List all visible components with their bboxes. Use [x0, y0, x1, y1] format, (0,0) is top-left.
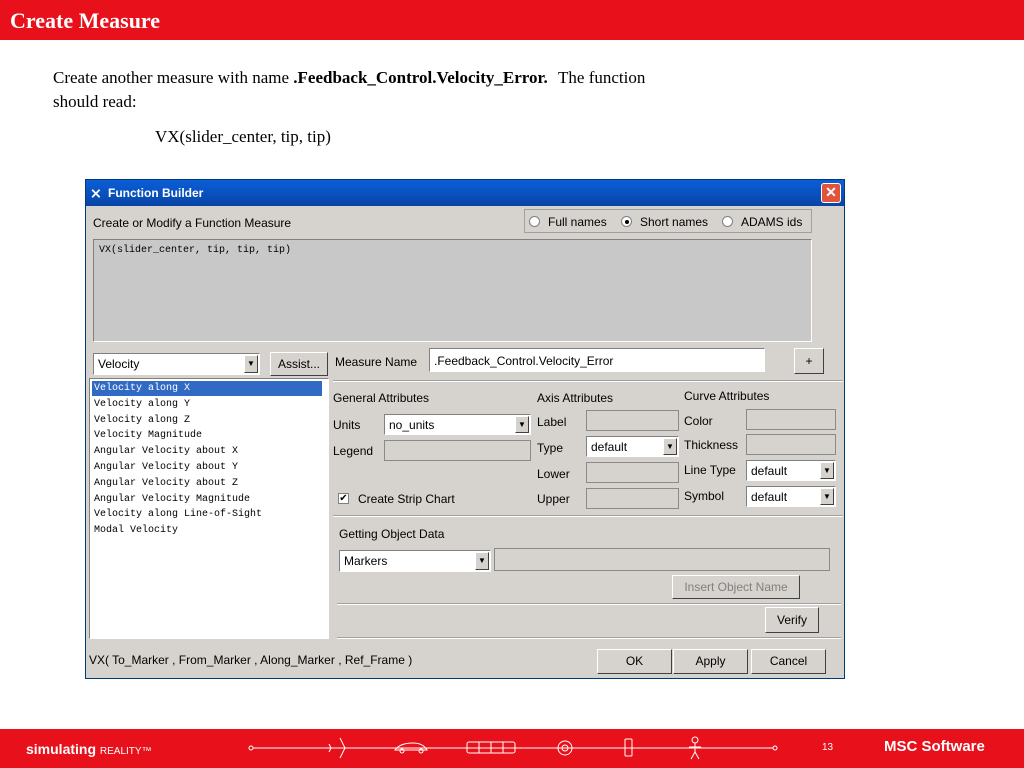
chevron-down-icon[interactable]: ▼ [244, 355, 258, 373]
function-list[interactable]: Velocity along X Velocity along Y Velocity… [89, 378, 329, 639]
function-list-item[interactable]: Velocity Magnitude [92, 428, 322, 443]
axis-label-label: Label [537, 415, 567, 429]
function-signature: VX( To_Marker , From_Marker , Along_Mark… [89, 653, 413, 667]
footer-brand: simulating REALITY™ [26, 741, 152, 757]
category-combo-value: Velocity [98, 357, 140, 371]
plus-button[interactable]: + [794, 348, 824, 374]
apply-button[interactable]: Apply [673, 649, 748, 674]
symbol-combo[interactable]: default ▼ [746, 486, 836, 507]
slide-title: Create Measure [10, 8, 161, 33]
axis-attributes-heading: Axis Attributes [537, 391, 614, 405]
verify-button[interactable]: Verify [765, 607, 819, 633]
strip-chart-checkbox[interactable]: ✔ [338, 493, 349, 504]
instruction-line-1: Create another measure with name .Feedba… [53, 68, 645, 88]
footer-brand-rest: REALITY™ [99, 746, 152, 757]
curve-color-input[interactable] [746, 409, 836, 430]
measure-name-input[interactable]: .Feedback_Control.Velocity_Error [429, 348, 765, 372]
axis-type-combo[interactable]: default ▼ [586, 436, 679, 457]
chevron-down-icon[interactable]: ▼ [515, 416, 529, 433]
curve-color-label: Color [684, 414, 713, 428]
instruction-suffix: The function [558, 68, 646, 87]
units-value: no_units [389, 418, 435, 432]
legend-label: Legend [333, 444, 374, 458]
object-data-heading: Getting Object Data [339, 527, 445, 541]
separator [337, 637, 841, 639]
function-list-item[interactable]: Velocity along Y [92, 397, 322, 412]
axis-lower-label: Lower [537, 467, 570, 481]
expression-text: VX(slider_center, tip, tip, tip) [99, 245, 292, 256]
assist-button[interactable]: Assist... [270, 352, 328, 376]
close-icon[interactable]: ✕ [821, 183, 841, 203]
curve-thickness-label: Thickness [684, 438, 739, 452]
object-type-combo[interactable]: Markers ▼ [339, 550, 491, 572]
axis-upper-label: Upper [537, 492, 570, 506]
axis-upper-input[interactable] [586, 488, 679, 509]
cancel-button[interactable]: Cancel [751, 649, 826, 674]
separator [333, 515, 843, 517]
app-icon: ⨯ [90, 185, 102, 201]
function-list-item[interactable]: Velocity along Line-of-Sight [92, 507, 322, 522]
function-list-item[interactable]: Angular Velocity Magnitude [92, 492, 322, 507]
units-combo[interactable]: no_units ▼ [384, 414, 531, 435]
msc-logo: MSC Software [884, 738, 985, 755]
curve-attributes-heading: Curve Attributes [684, 389, 770, 403]
chevron-down-icon[interactable]: ▼ [475, 552, 489, 570]
object-type-value: Markers [344, 554, 388, 568]
axis-label-input[interactable] [586, 410, 679, 431]
line-type-value: default [751, 464, 788, 478]
strip-chart-label: Create Strip Chart [358, 492, 455, 506]
instruction-prefix: Create another measure with name [53, 68, 290, 87]
line-type-label: Line Type [684, 463, 736, 477]
object-name-input[interactable] [494, 548, 830, 571]
radio-full-names-label: Full names [548, 215, 607, 229]
line-type-combo[interactable]: default ▼ [746, 460, 836, 481]
chevron-down-icon[interactable]: ▼ [820, 462, 834, 479]
instruction-function: VX(slider_center, tip, tip) [155, 127, 331, 146]
curve-thickness-input[interactable] [746, 434, 836, 455]
instruction-measure-name: .Feedback_Control.Velocity_Error. [293, 68, 548, 87]
radio-adams-ids[interactable] [722, 216, 733, 227]
insert-object-name-button[interactable]: Insert Object Name [672, 575, 800, 599]
axis-type-label: Type [537, 441, 564, 455]
function-list-item[interactable]: Angular Velocity about Z [92, 476, 322, 491]
ok-button[interactable]: OK [597, 649, 672, 674]
airplane-icon [325, 737, 355, 759]
function-list-item[interactable]: Modal Velocity [92, 523, 322, 538]
axis-type-value: default [591, 440, 628, 454]
separator [337, 603, 841, 605]
footer-decoration [248, 736, 778, 760]
radio-short-names-label: Short names [640, 215, 709, 229]
radio-short-names[interactable] [621, 216, 632, 227]
function-list-item[interactable]: Angular Velocity about X [92, 444, 322, 459]
chevron-down-icon[interactable]: ▼ [820, 488, 834, 505]
section-label: Create or Modify a Function Measure [93, 216, 292, 230]
measure-name-label: Measure Name [335, 355, 418, 369]
window-title: Function Builder [108, 186, 204, 200]
general-attributes-heading: General Attributes [333, 391, 430, 405]
measure-name-value: .Feedback_Control.Velocity_Error [434, 354, 614, 368]
axis-lower-input[interactable] [586, 462, 679, 483]
units-label: Units [333, 418, 361, 432]
symbol-label: Symbol [684, 489, 725, 503]
expression-textarea[interactable]: VX(slider_center, tip, tip, tip) [93, 239, 812, 342]
instruction-line-2: should read: [53, 92, 137, 111]
symbol-value: default [751, 490, 788, 504]
separator [333, 380, 843, 382]
footer-brand-bold: simulating [26, 741, 97, 757]
page-number: 13 [822, 742, 834, 753]
function-list-item[interactable]: Velocity along Z [92, 413, 322, 428]
chevron-down-icon[interactable]: ▼ [663, 438, 677, 455]
radio-full-names[interactable] [529, 216, 540, 227]
legend-input[interactable] [384, 440, 531, 461]
function-list-item[interactable]: Velocity along X [92, 381, 322, 396]
category-combo[interactable]: Velocity ▼ [93, 353, 260, 375]
function-list-item[interactable]: Angular Velocity about Y [92, 460, 322, 475]
radio-adams-ids-label: ADAMS ids [741, 215, 803, 229]
